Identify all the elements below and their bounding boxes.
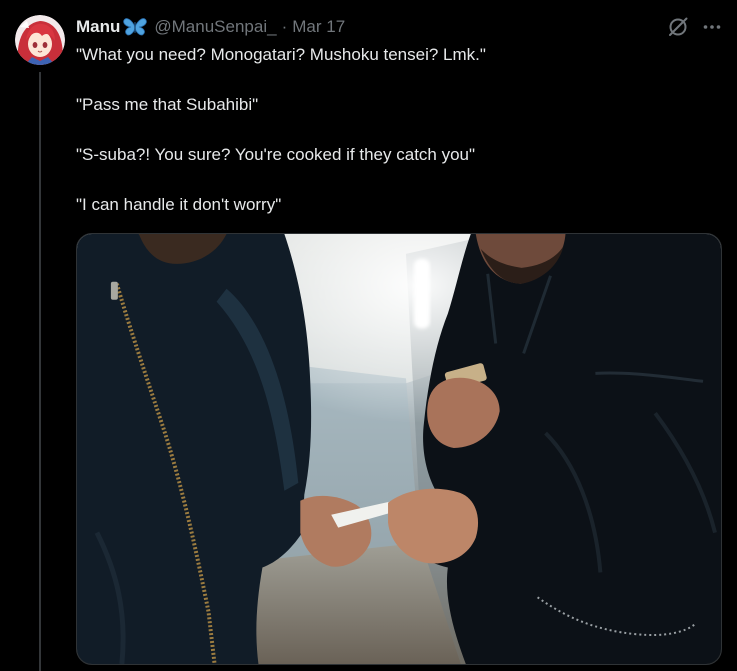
photo-image	[77, 234, 721, 664]
tweet-photo[interactable]	[76, 233, 722, 665]
tweet-text-line: "What you need? Monogatari? Mushoku tens…	[76, 45, 486, 64]
tweet[interactable]: Manu @ManuSenpai_ · Mar 17 "What you nee…	[0, 0, 737, 671]
tweet-text-line: "I can handle it don't worry"	[76, 195, 282, 214]
thread-line	[39, 72, 41, 671]
avatar-eye-right	[42, 42, 48, 48]
tweet-date[interactable]: Mar 17	[292, 14, 345, 40]
tweet-header-actions	[667, 16, 723, 38]
author-name[interactable]: Manu	[76, 14, 120, 40]
grok-icon[interactable]	[667, 16, 689, 38]
tweet-text-line: "Pass me that Subahibi"	[76, 95, 259, 114]
avatar-face	[28, 31, 52, 57]
dot-separator: ·	[281, 17, 288, 36]
avatar-image	[15, 15, 65, 65]
tweet-text-line: "S-suba?! You sure? You're cooked if the…	[76, 145, 476, 164]
avatar[interactable]	[15, 15, 65, 65]
tweet-header: Manu @ManuSenpai_ · Mar 17	[76, 14, 345, 40]
avatar-eye-left	[32, 42, 38, 48]
author-handle[interactable]: @ManuSenpai_	[154, 14, 276, 40]
butterfly-icon	[122, 17, 148, 37]
tweet-text: "What you need? Monogatari? Mushoku tens…	[76, 42, 716, 217]
more-icon[interactable]	[701, 16, 723, 38]
left-person-zipper-pull	[110, 281, 118, 300]
ceiling-light	[413, 258, 430, 329]
